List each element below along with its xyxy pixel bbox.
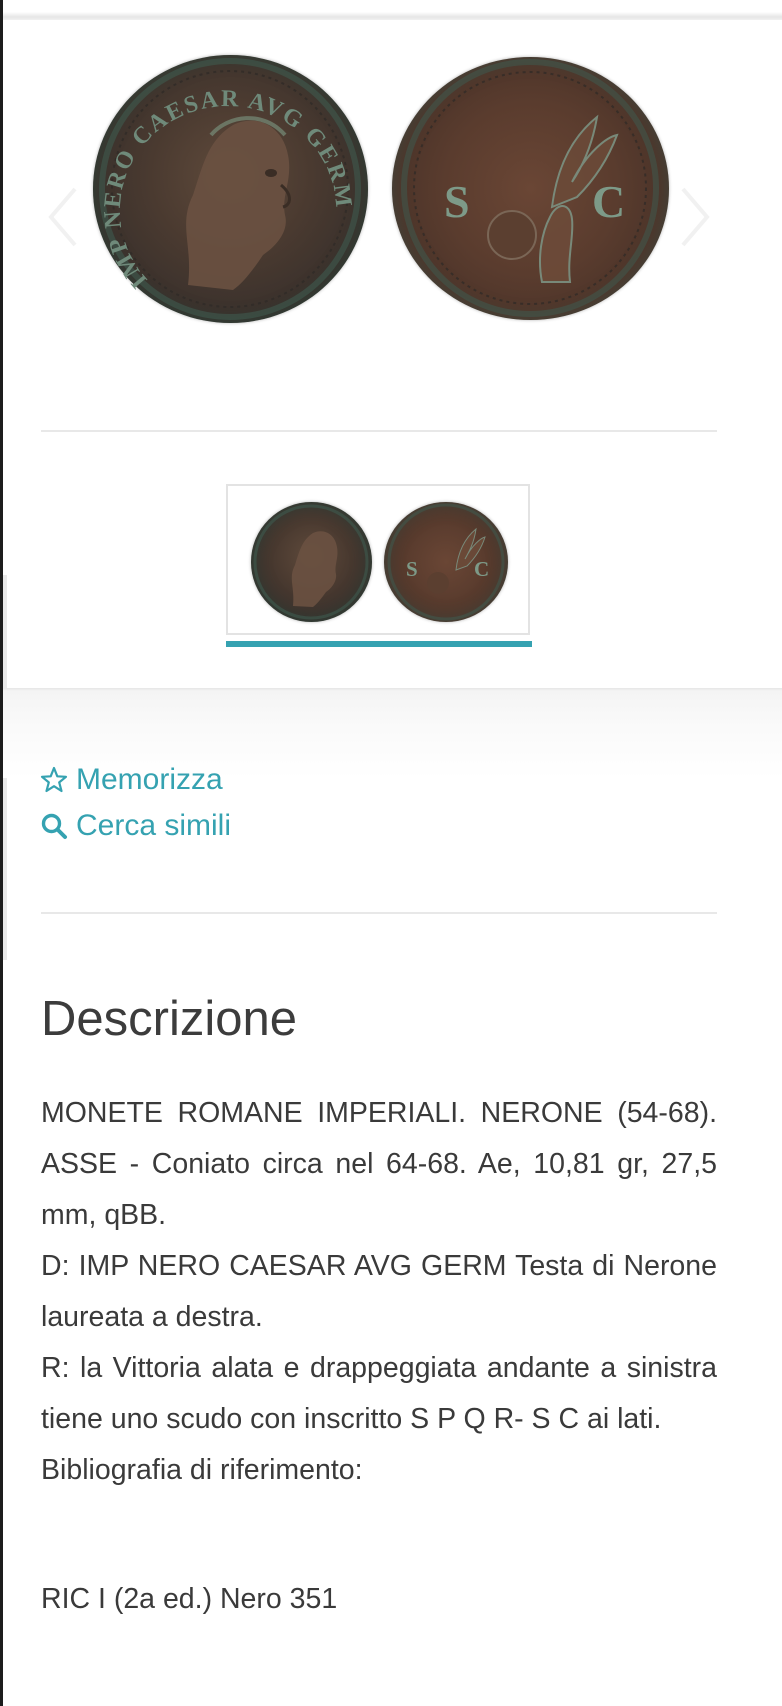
victory-with-shield-graphic: S C [401, 59, 659, 317]
svg-text:S: S [444, 176, 470, 227]
svg-text:S: S [406, 557, 418, 581]
cerca-simili-label: Cerca simili [76, 809, 232, 842]
description-title: Descrizione [41, 992, 297, 1046]
description-line: R: la Vittoria alata e drappeggiata anda… [41, 1352, 717, 1435]
thumbnail-active-indicator [226, 641, 532, 647]
chevron-left-icon [48, 187, 77, 247]
description-line: D: IMP NERO CAESAR AVG GERM Testa di Ner… [41, 1250, 717, 1333]
svg-text:C: C [592, 176, 625, 227]
cerca-simili-link[interactable]: Cerca simili [40, 806, 231, 846]
memorizza-link[interactable]: Memorizza [40, 760, 223, 800]
reverse-coin-image[interactable]: S C [392, 57, 669, 320]
search-icon [40, 812, 68, 840]
gallery-prev-button[interactable] [45, 185, 85, 249]
divider [41, 430, 717, 432]
chevron-right-icon [681, 187, 710, 247]
coin-thumbnail[interactable]: S C [226, 484, 530, 635]
thumbnail-reverse: S C [384, 502, 508, 622]
description-line: MONETE ROMANE IMPERIALI. NERONE (54-68).… [41, 1097, 717, 1231]
image-gallery: IMP NERO CAESAR AVG GERM S C [3, 20, 782, 430]
thumbnail-obverse [251, 502, 372, 622]
description-body: MONETE ROMANE IMPERIALI. NERONE (54-68).… [41, 1088, 717, 1496]
svg-text:C: C [474, 557, 489, 581]
header-shadow [3, 0, 782, 20]
nero-portrait-graphic: IMP NERO CAESAR AVG GERM [99, 58, 361, 320]
gallery-next-button[interactable] [673, 185, 713, 249]
memorizza-label: Memorizza [76, 763, 223, 796]
divider [41, 912, 717, 914]
nero-portrait-thumb-graphic [253, 504, 369, 620]
bibliographic-reference: RIC I (2a ed.) Nero 351 [41, 1583, 338, 1615]
victory-thumb-graphic: S C [387, 503, 505, 621]
description-line: Bibliografia di riferimento: [41, 1454, 363, 1486]
obverse-coin-image[interactable]: IMP NERO CAESAR AVG GERM [93, 55, 368, 323]
star-icon [40, 766, 68, 794]
